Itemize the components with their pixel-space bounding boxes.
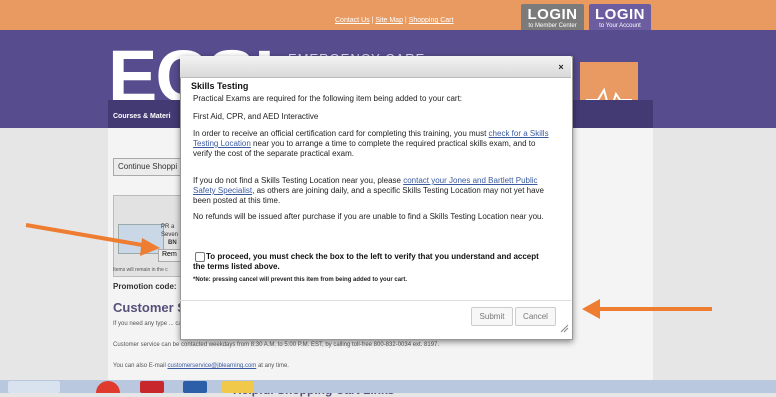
annotation-arrows-right xyxy=(582,299,712,319)
right-arrow-icon xyxy=(582,299,712,319)
